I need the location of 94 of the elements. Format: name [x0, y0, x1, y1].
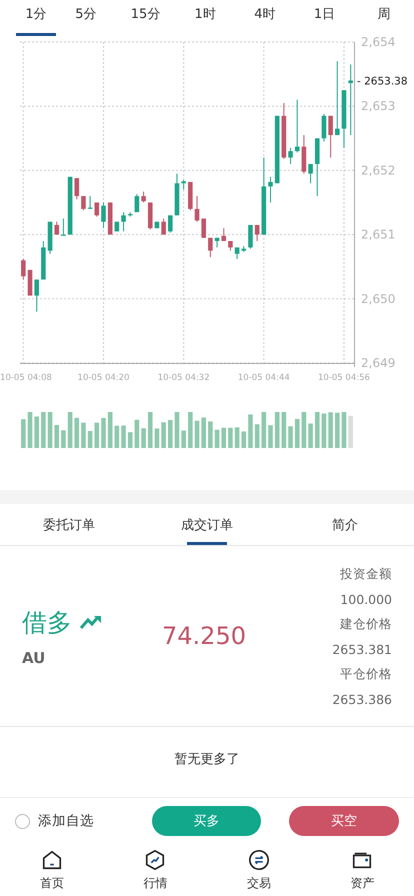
candlestick — [208, 237, 213, 258]
axis-label: 2,650 — [361, 292, 396, 306]
candlestick — [68, 176, 72, 236]
candlestick — [94, 202, 100, 218]
candlestick — [288, 147, 293, 164]
candlestick — [88, 196, 92, 210]
detail-label: 建仓价格 — [340, 616, 392, 632]
candlestick — [41, 240, 46, 280]
timeframe-tab[interactable]: 4时 — [235, 0, 295, 36]
candlestick — [48, 221, 52, 254]
exchange-icon — [248, 848, 270, 870]
candlestick — [254, 224, 260, 242]
candlestick — [101, 202, 106, 229]
nav-label: 交易 — [246, 874, 271, 892]
detail-value: 2653.386 — [332, 692, 392, 706]
nav-item[interactable]: 资产 — [310, 844, 414, 896]
candlestick — [148, 202, 153, 230]
candlestick — [294, 99, 300, 153]
axis-label: 2,652 — [361, 163, 396, 178]
nav-item[interactable]: 行情 — [104, 844, 207, 896]
candlestick — [314, 138, 320, 197]
detail-label: 平仓价格 — [340, 666, 392, 682]
candlestick — [114, 221, 120, 232]
candlestick — [201, 218, 206, 238]
axis-label: 2,654 — [361, 36, 396, 49]
axis-label: 10-05 04:20 — [78, 373, 130, 383]
buy-short-button[interactable]: 买空 — [289, 806, 399, 836]
candlestick — [154, 221, 160, 229]
empty-message: 暂无更多了 — [174, 751, 240, 768]
order-tab[interactable]: 委托订单 — [0, 504, 138, 545]
axis-label: 10-05 04:32 — [158, 373, 210, 383]
candlestick — [121, 212, 126, 232]
candlestick — [221, 228, 226, 242]
candlestick — [134, 194, 140, 213]
candlestick — [282, 102, 286, 160]
timeframe-tab[interactable]: 1分 — [16, 0, 56, 36]
axis-label: 2,651 — [361, 228, 396, 242]
candlestick — [241, 246, 246, 252]
candlestick — [188, 181, 193, 211]
candlestick — [74, 178, 80, 200]
detail-value: 100.000 — [340, 592, 392, 606]
home-icon — [40, 848, 63, 870]
candlestick — [141, 191, 146, 203]
candlestick — [34, 279, 39, 312]
candlestick — [274, 115, 280, 184]
candlestick — [108, 202, 112, 236]
nav-item[interactable]: 交易 — [207, 844, 310, 896]
candlestick — [322, 113, 326, 142]
candlestick — [214, 237, 220, 248]
order-tab[interactable]: 简介 — [276, 504, 414, 545]
candlestick — [234, 246, 240, 260]
candlestick — [54, 221, 60, 236]
candlestick — [328, 115, 333, 158]
candlestick — [28, 269, 32, 296]
nav-item[interactable]: 首页 — [0, 844, 104, 896]
timeframe-tab[interactable]: 15分 — [116, 0, 176, 36]
candlestick — [342, 90, 346, 148]
nav-label: 首页 — [40, 874, 64, 892]
chart-hexagon-icon — [144, 848, 166, 870]
axis-label: 10-05 04:44 — [238, 373, 290, 383]
order-tab[interactable]: 成交订单 — [138, 504, 276, 545]
candlestick — [174, 173, 180, 216]
symbol-label: AU — [22, 648, 46, 666]
candlestick — [268, 176, 273, 203]
candlestick — [168, 214, 173, 234]
candlestick — [21, 258, 26, 280]
favorite-radio[interactable] — [15, 814, 30, 828]
candlestick — [161, 218, 166, 236]
profit-value: 74.250 — [162, 622, 246, 650]
timeframe-tab[interactable]: 1日 — [294, 0, 354, 36]
axis-label: 10-05 04:08 — [0, 373, 52, 383]
direction-label: 借多 — [22, 606, 72, 638]
timeframe-tab[interactable]: 1时 — [175, 0, 236, 36]
detail-label: 投资金额 — [340, 566, 392, 582]
axis-label: 2,649 — [361, 356, 396, 370]
candlestick — [181, 180, 186, 190]
candlestick — [128, 212, 133, 218]
candlestick — [302, 134, 306, 174]
candlestick — [308, 163, 313, 184]
candlestick — [61, 218, 66, 236]
detail-value: 2653.381 — [332, 642, 392, 656]
trend-up-icon — [80, 614, 102, 630]
favorite-label: 添加自选 — [38, 812, 94, 830]
axis-label: 2,653 — [361, 99, 396, 114]
timeframe-tab[interactable]: 周 — [354, 0, 414, 36]
timeframe-tab[interactable]: 5分 — [56, 0, 116, 36]
axis-label: 10-05 04:56 — [318, 373, 370, 383]
nav-label: 行情 — [143, 874, 168, 892]
candlestick — [194, 196, 200, 222]
candlestick — [228, 240, 233, 252]
candlestick — [248, 224, 253, 250]
nav-label: 资产 — [350, 874, 374, 892]
current-price-label: - 2653.38 — [357, 76, 408, 88]
candlestick — [81, 196, 86, 211]
